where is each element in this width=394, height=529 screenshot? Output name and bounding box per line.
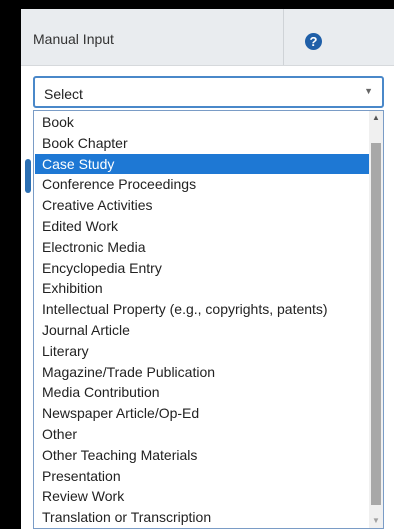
dropdown-option[interactable]: Literary (35, 341, 370, 362)
chevron-down-icon: ▼ (364, 86, 373, 96)
manual-input-label: Manual Input (33, 31, 114, 47)
scroll-thumb[interactable] (371, 143, 381, 505)
background-element-hint (25, 159, 31, 193)
dropdown-option[interactable]: Intellectual Property (e.g., copyrights,… (35, 299, 370, 320)
screenshot-frame: Manual Input ? Select ▼ Book Book Chapter… (0, 0, 394, 529)
dropdown-option[interactable]: Journal Article (35, 320, 370, 341)
dropdown-option[interactable]: Media Contribution (35, 382, 370, 403)
dropdown-option[interactable]: Magazine/Trade Publication (35, 362, 370, 383)
dropdown-option[interactable]: Book Chapter (35, 133, 370, 154)
dropdown-option[interactable]: Case Study (35, 153, 370, 175)
dropdown-option[interactable]: Electronic Media (35, 237, 370, 258)
dropdown-option[interactable]: Other Teaching Materials (35, 445, 370, 466)
dropdown-option[interactable]: Newspaper Article/Op-Ed (35, 403, 370, 424)
question-circle-icon[interactable]: ? (305, 33, 322, 50)
manual-input-panel: Manual Input ? Select ▼ Book Book Chapter… (21, 9, 394, 529)
options-container: Book Book Chapter Case Study Conference Pro… (35, 112, 370, 528)
select-value: Select (44, 86, 83, 102)
dropdown-option[interactable]: Creative Activities (35, 195, 370, 216)
vertical-scrollbar[interactable]: ▲ ▼ (369, 111, 383, 528)
dropdown-option[interactable]: Translation or Transcription (35, 507, 370, 528)
scroll-down-arrow-icon[interactable]: ▼ (369, 514, 383, 528)
dropdown-option[interactable]: Review Work (35, 486, 370, 507)
dropdown-option[interactable]: Presentation (35, 466, 370, 487)
header-divider (283, 9, 284, 65)
dropdown-option[interactable]: Encyclopedia Entry (35, 258, 370, 279)
scroll-up-arrow-icon[interactable]: ▲ (369, 111, 383, 125)
type-select[interactable]: Select ▼ (33, 76, 384, 108)
dropdown-option[interactable]: Conference Proceedings (35, 174, 370, 195)
dropdown-option[interactable]: Book (35, 112, 370, 133)
dropdown-option[interactable]: Other (35, 424, 370, 445)
dropdown-list: Book Book Chapter Case Study Conference Pro… (33, 110, 384, 529)
dropdown-option[interactable]: Edited Work (35, 216, 370, 237)
dropdown-option[interactable]: Exhibition (35, 278, 370, 299)
panel-header: Manual Input ? (21, 9, 394, 66)
